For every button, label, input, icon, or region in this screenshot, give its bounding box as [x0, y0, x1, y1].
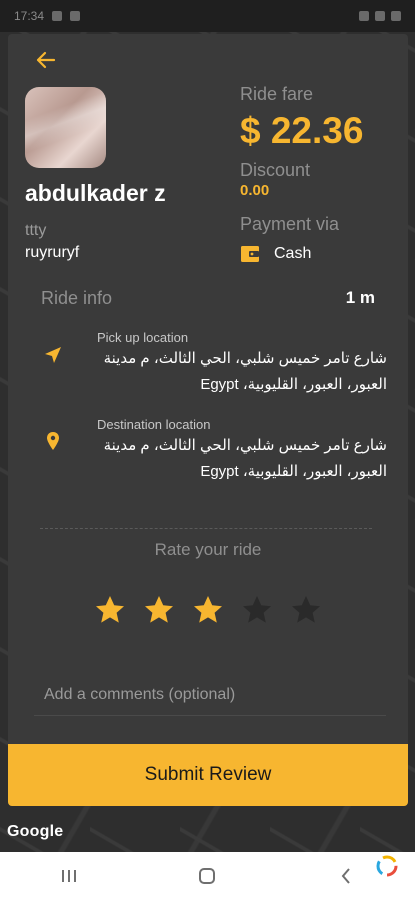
home-icon: [199, 868, 216, 884]
driver-subtitle: ttty: [25, 222, 47, 239]
payment-via-label: Payment via: [240, 214, 340, 234]
star-empty-icon[interactable]: [241, 594, 273, 626]
payment-method-label: Cash: [274, 245, 312, 262]
pickup-location-label: Pick up location: [97, 330, 189, 345]
discount-label: Discount: [240, 160, 311, 180]
star-rating[interactable]: [94, 594, 322, 626]
avatar: [25, 87, 106, 168]
navigation-bar: [0, 852, 415, 900]
notification-icon: [52, 11, 63, 21]
discount-value: 0.00: [240, 182, 270, 199]
comment-input[interactable]: [34, 674, 386, 716]
map-pin-icon: [47, 432, 59, 450]
rate-your-ride-label: Rate your ride: [154, 540, 262, 559]
star-filled-icon[interactable]: [94, 594, 126, 626]
ride-fare-value: $ 22.36: [240, 110, 364, 151]
ride-fare-label: Ride fare: [240, 84, 314, 104]
back-nav-button[interactable]: [326, 856, 366, 896]
pickup-location-address: شارع تامر خميس شلبي، الحي الثالث، م مدين…: [103, 350, 387, 393]
driver-name: abdulkader z: [25, 180, 166, 206]
status-bar: 17:34: [0, 0, 415, 32]
ride-review-card: abdulkader z ttty ruyruryf Ride fare $ 2…: [8, 34, 408, 806]
star-empty-icon[interactable]: [290, 594, 322, 626]
location-status-icon: [359, 11, 369, 21]
home-button[interactable]: [187, 856, 227, 896]
status-time: 17:34: [14, 9, 45, 23]
submit-review-button[interactable]: Submit Review: [8, 744, 408, 806]
chevron-left-icon: [341, 868, 350, 884]
recent-apps-button[interactable]: [49, 856, 89, 896]
wifi-icon: [375, 11, 385, 21]
recent-apps-icon: [62, 870, 77, 882]
notification-icon: [70, 11, 81, 21]
payment-method: Cash: [240, 244, 311, 264]
ride-info-label: Ride info: [41, 288, 113, 308]
arrow-left-icon: [36, 51, 56, 69]
driver-detail: ruyruryf: [25, 244, 80, 261]
destination-location-address: شارع تامر خميس شلبي، الحي الثالث، م مدين…: [103, 437, 387, 480]
back-button[interactable]: [30, 46, 62, 74]
ride-duration: 1 m: [345, 288, 375, 307]
star-filled-icon[interactable]: [192, 594, 224, 626]
watermark-logo: [375, 852, 399, 880]
navigation-arrow-icon: [45, 347, 61, 363]
star-filled-icon[interactable]: [143, 594, 175, 626]
destination-location-label: Destination location: [97, 417, 211, 432]
battery-icon: [391, 11, 401, 21]
logo-icon: [376, 855, 398, 877]
google-attribution: Google: [7, 823, 64, 840]
divider: [40, 528, 372, 529]
wallet-icon: [241, 246, 259, 262]
